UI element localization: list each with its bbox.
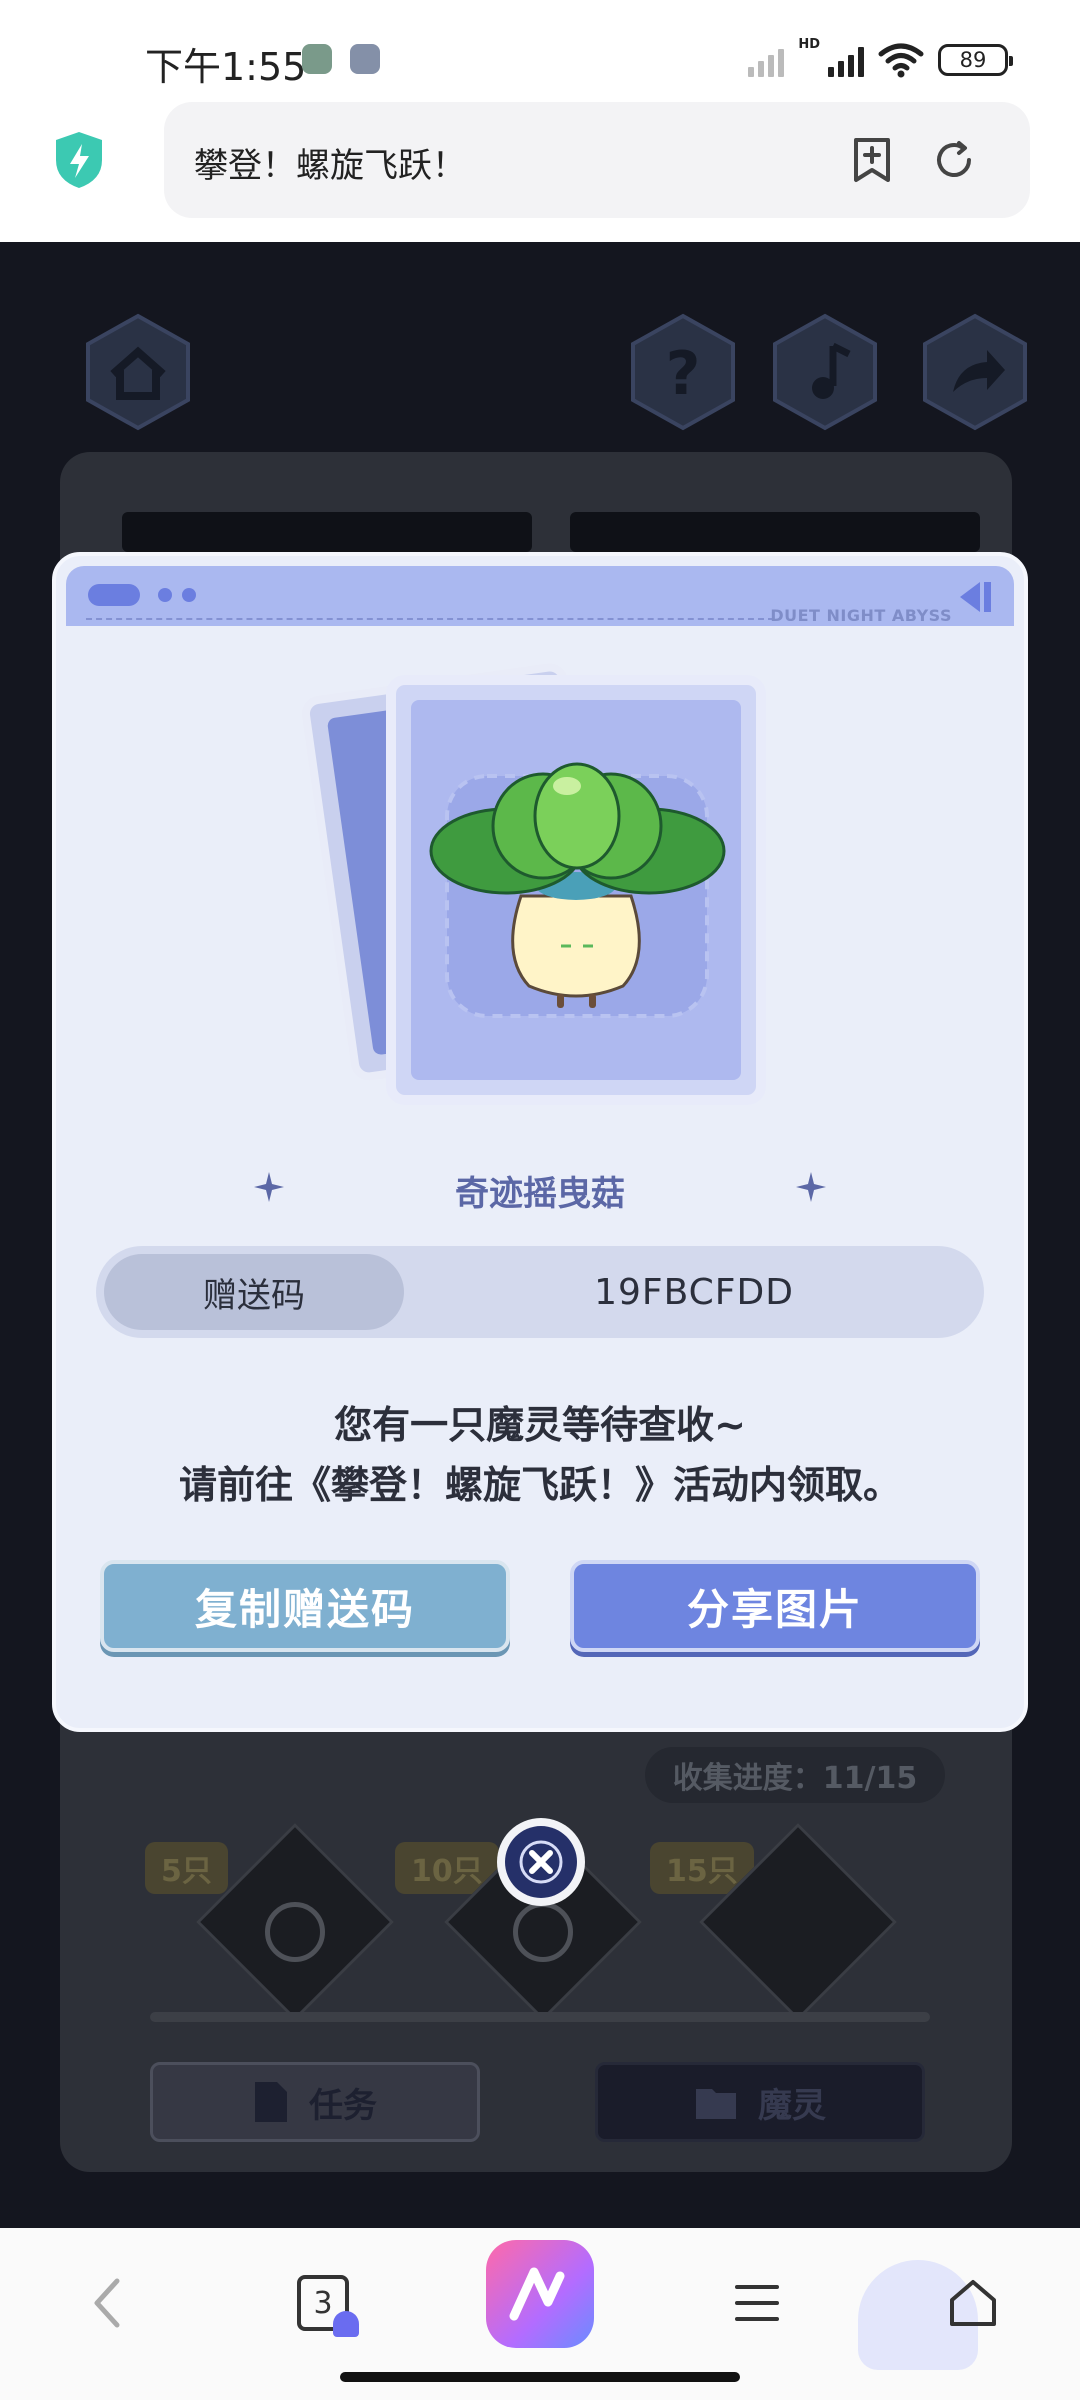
ai-assistant-icon[interactable] bbox=[486, 2240, 594, 2348]
notification-app-icon bbox=[302, 44, 332, 74]
home-hex-icon[interactable] bbox=[78, 312, 198, 432]
hd-label: HD bbox=[798, 36, 820, 52]
tabs-icon[interactable]: 3 bbox=[278, 2258, 368, 2348]
gift-code-label: 赠送码 bbox=[104, 1254, 404, 1330]
milestone-check-icon bbox=[513, 1902, 573, 1962]
help-hex-icon[interactable]: ? bbox=[623, 312, 743, 432]
sparkle-icon bbox=[796, 1172, 826, 1202]
wifi-icon bbox=[878, 43, 924, 78]
browser-address-row: 攀登！螺旋飞跃！ bbox=[0, 100, 1080, 242]
folder-icon bbox=[696, 2089, 736, 2119]
url-text[interactable]: 攀登！螺旋飞跃！ bbox=[194, 138, 466, 187]
modal-message-line1: 您有一只魔灵等待查收~ bbox=[334, 1403, 746, 1447]
tab-tasks-label: 任务 bbox=[309, 2085, 377, 2126]
url-bar[interactable]: 攀登！螺旋飞跃！ bbox=[164, 102, 1030, 218]
milestone-tag-1: 5只 bbox=[145, 1842, 228, 1894]
milestone-track bbox=[150, 2012, 930, 2022]
share-hex-icon[interactable] bbox=[915, 312, 1035, 432]
spirit-card-art bbox=[301, 663, 766, 1105]
signal-sim1-icon bbox=[828, 43, 864, 77]
signal-sim2-icon bbox=[748, 43, 785, 77]
svg-text:?: ? bbox=[666, 339, 701, 409]
header-dashed-line bbox=[86, 618, 774, 620]
modal-header: DUET NIGHT ABYSS bbox=[66, 566, 1014, 626]
battery-indicator: 89 bbox=[938, 44, 1013, 76]
status-indicators: HD 89 bbox=[748, 36, 1013, 80]
spirit-name: 奇迹摇曳菇 bbox=[455, 1174, 625, 1214]
tab-tasks[interactable]: 任务 bbox=[150, 2062, 480, 2142]
add-bookmark-icon[interactable] bbox=[844, 132, 900, 188]
refresh-icon[interactable] bbox=[926, 132, 982, 188]
gift-code-modal: DUET NIGHT ABYSS 奇迹摇曳菇 赠送码 19FBCFDD 您有一只… bbox=[52, 552, 1028, 1732]
collection-progress: 收集进度：11/15 bbox=[645, 1747, 945, 1803]
system-home-indicator[interactable] bbox=[340, 2372, 740, 2382]
menu-icon[interactable] bbox=[712, 2258, 802, 2348]
close-icon bbox=[505, 1826, 577, 1898]
gift-code-field[interactable]: 赠送码 19FBCFDD bbox=[96, 1246, 984, 1338]
panel-slot-right bbox=[570, 512, 980, 552]
milestone-check-icon bbox=[265, 1902, 325, 1962]
close-modal-button[interactable] bbox=[497, 1818, 585, 1906]
status-time: 下午1:55 bbox=[145, 45, 307, 89]
header-decor-dot bbox=[182, 588, 196, 602]
ghost-badge-icon bbox=[333, 2311, 359, 2337]
share-image-button[interactable]: 分享图片 bbox=[570, 1560, 980, 1652]
music-hex-icon[interactable] bbox=[765, 312, 885, 432]
home-icon[interactable] bbox=[928, 2258, 1018, 2348]
shield-lightning-icon[interactable] bbox=[52, 130, 106, 190]
document-icon bbox=[255, 2082, 287, 2122]
tab-count: 3 bbox=[297, 2275, 359, 2337]
notification-chat-icon bbox=[350, 44, 380, 74]
header-triangle-icon bbox=[960, 582, 991, 612]
tab-spirits-label: 魔灵 bbox=[758, 2085, 826, 2126]
copy-gift-code-button[interactable]: 复制赠送码 bbox=[100, 1560, 510, 1652]
status-bar: 下午1:55 HD 89 bbox=[0, 0, 1080, 110]
gift-code-value[interactable]: 19FBCFDD bbox=[404, 1246, 984, 1338]
modal-message-line2: 请前往《攀登！螺旋飞跃！》活动内领取。 bbox=[178, 1463, 901, 1507]
header-brand-text: DUET NIGHT ABYSS bbox=[770, 606, 952, 625]
back-icon[interactable] bbox=[62, 2258, 152, 2348]
tab-spirits[interactable]: 魔灵 bbox=[595, 2062, 925, 2142]
header-decor-pill bbox=[88, 584, 140, 606]
panel-slot-left bbox=[122, 512, 532, 552]
header-decor-dot bbox=[158, 588, 172, 602]
